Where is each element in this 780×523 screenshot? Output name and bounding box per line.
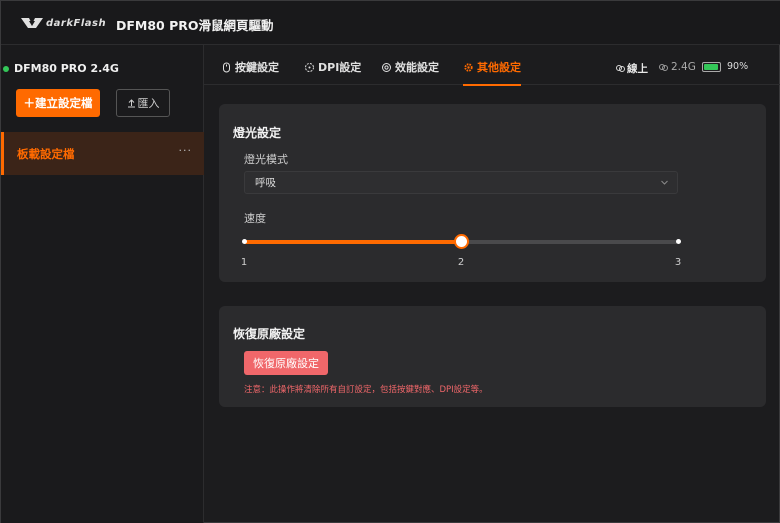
connection-dot-icon: [3, 65, 9, 72]
online-label: 線上: [627, 63, 648, 75]
factory-reset-warning: 注意：此操作將清除所有自訂設定，包括按鍵對應、DPI設定等。: [244, 385, 488, 395]
brand-logo: darkFlash: [21, 16, 106, 30]
chevron-down-icon: [661, 180, 668, 185]
upload-icon: [127, 98, 135, 107]
lighting-settings-card: 燈光設定 燈光模式 呼吸 速度 1 2 3: [219, 104, 766, 282]
slider-thumb[interactable]: [453, 234, 469, 249]
settings-tabs: 按鍵設定 DPI設定 效能設定 其他設定 線上 2.4G 90%: [204, 45, 780, 86]
connection-status: 2.4G: [658, 61, 696, 73]
create-profile-button[interactable]: ＋建立設定檔: [16, 89, 100, 117]
sidebar: DFM80 PRO 2.4G ＋建立設定檔 匯入 板載設定檔 ···: [1, 45, 204, 523]
title-bar: darkFlash DFM80 PRO滑鼠網頁驅動: [1, 1, 780, 45]
speed-slider[interactable]: [241, 234, 681, 249]
battery-icon: [702, 61, 721, 72]
tab-label: 按鍵設定: [235, 61, 279, 74]
lighting-mode-select[interactable]: 呼吸: [244, 171, 678, 194]
import-button[interactable]: 匯入: [116, 89, 170, 117]
import-label: 匯入: [137, 97, 160, 110]
tab-other-settings[interactable]: 其他設定: [463, 56, 521, 86]
dpi-icon: [305, 62, 314, 72]
device-indicator: DFM80 PRO 2.4G: [3, 62, 119, 75]
profile-label: 板載設定檔: [17, 146, 75, 161]
connection-label: 2.4G: [671, 61, 696, 73]
battery-status: 90%: [702, 61, 748, 72]
gear-icon: [464, 62, 473, 72]
mouse-icon: [223, 62, 230, 72]
lighting-mode-value: 呼吸: [255, 177, 276, 189]
darkflash-logo-icon: [21, 18, 43, 28]
battery-label: 90%: [727, 61, 749, 72]
link-icon: [616, 65, 625, 72]
battery-fill: [704, 63, 718, 70]
lighting-mode-label: 燈光模式: [244, 153, 288, 166]
app-window: darkFlash DFM80 PRO滑鼠網頁驅動 DFM80 PRO 2.4G…: [0, 0, 780, 523]
slider-stop: [241, 239, 247, 244]
speed-label: 速度: [244, 212, 266, 225]
profile-item-onboard[interactable]: 板載設定檔 ···: [1, 132, 204, 175]
performance-icon: [382, 62, 391, 72]
factory-reset-card: 恢復原廠設定 恢復原廠設定 注意：此操作將清除所有自訂設定，包括按鍵對應、DPI…: [219, 306, 766, 407]
tab-label: DPI設定: [318, 61, 362, 74]
tab-performance-settings[interactable]: 效能設定: [381, 56, 439, 78]
slider-tick-label: 2: [457, 257, 465, 268]
lighting-title: 燈光設定: [233, 126, 282, 140]
logo-text: darkFlash: [46, 17, 107, 29]
tab-dpi-settings[interactable]: DPI設定: [304, 56, 361, 78]
more-options-icon[interactable]: ···: [179, 144, 193, 157]
slider-stop: [675, 239, 681, 244]
slider-track-fill: [244, 240, 461, 244]
link-icon: [659, 63, 668, 71]
app-title: DFM80 PRO滑鼠網頁驅動: [116, 18, 274, 33]
tab-label: 效能設定: [395, 61, 439, 74]
online-status: 線上: [615, 61, 648, 76]
slider-tick-label: 1: [240, 257, 248, 268]
factory-reset-title: 恢復原廠設定: [233, 327, 306, 341]
tab-key-settings[interactable]: 按鍵設定: [221, 56, 279, 78]
factory-reset-button[interactable]: 恢復原廠設定: [244, 351, 328, 375]
slider-tick-label: 3: [674, 257, 682, 268]
device-name: DFM80 PRO 2.4G: [14, 62, 119, 75]
tab-label: 其他設定: [477, 61, 521, 74]
